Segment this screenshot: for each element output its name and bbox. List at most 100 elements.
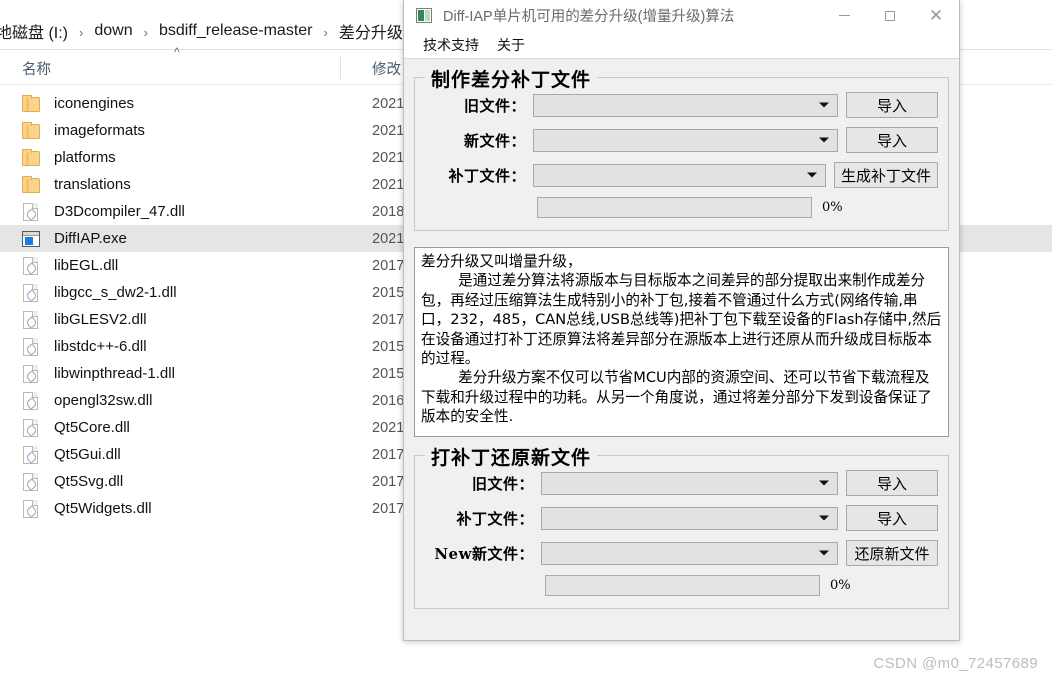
file-name: libgcc_s_dw2-1.dll [54, 284, 177, 301]
chevron-down-icon [819, 102, 829, 108]
exe-file-icon-glyph [22, 230, 40, 247]
chevron-down-icon [819, 515, 829, 521]
dll-file-icon [22, 283, 44, 303]
window-controls: ✕ [821, 0, 959, 31]
folder-icon [22, 148, 44, 168]
make-patch-label-2: 补丁文件： [448, 166, 526, 185]
file-name: libGLESV2.dll [54, 311, 147, 328]
folder-icon-glyph [22, 148, 40, 166]
dll-file-icon-glyph [23, 391, 38, 410]
file-name: Qt5Gui.dll [54, 446, 121, 463]
dialog-body: 制作差分补丁文件 旧文件： 导入 新文件： 导入 补丁文件： 生成补丁文件 0% 差分升级… [404, 65, 959, 609]
file-name: Qt5Widgets.dll [54, 500, 152, 517]
csdn-watermark: CSDN @m0_72457689 [873, 655, 1038, 672]
dll-file-icon [22, 499, 44, 519]
make-patch-progress-label: 0% [822, 200, 843, 215]
file-name: Qt5Core.dll [54, 419, 130, 436]
make-patch-group-title: 制作差分补丁文件 [425, 65, 598, 92]
description-textbox[interactable]: 差分升级又叫增量升级， 是通过差分算法将源版本与目标版本之间差异的部分提取出来制… [414, 247, 949, 437]
make-patch-label-0: 旧文件： [463, 96, 526, 115]
file-name: D3Dcompiler_47.dll [54, 203, 185, 220]
dll-file-icon [22, 445, 44, 465]
diff-iap-dialog: Diff-IAP单片机可用的差分升级(增量升级)算法 ✕ 技术支持 关于 制作差分… [403, 0, 960, 641]
app-image-icon [416, 7, 432, 23]
file-name: imageformats [54, 122, 145, 139]
apply-patch-row-0: 旧文件： 导入 [425, 470, 938, 496]
dll-file-icon-glyph [23, 256, 38, 275]
dll-file-icon-glyph [23, 418, 38, 437]
dll-file-icon-glyph [23, 337, 38, 356]
exe-file-icon [22, 229, 44, 249]
sort-ascending-icon: ^ [174, 45, 180, 59]
breadcrumb-item[interactable]: down [92, 22, 134, 40]
apply-patch-combo-2[interactable] [541, 541, 838, 565]
apply-patch-group: 打补丁还原新文件 旧文件： 导入 补丁文件： 导入 New新文件： 还原新文件 0% [414, 443, 949, 609]
make-patch-combo-0[interactable] [533, 93, 838, 117]
column-header-name-label: 名称 [22, 61, 51, 78]
close-button[interactable]: ✕ [913, 0, 959, 31]
apply-patch-group-title: 打补丁还原新文件 [425, 443, 598, 470]
apply-patch-combo-0[interactable] [541, 471, 838, 495]
make-patch-button-2[interactable]: 生成补丁文件 [833, 162, 938, 188]
apply-patch-label-2: New新文件： [434, 544, 534, 563]
file-name: Qt5Svg.dll [54, 473, 124, 490]
breadcrumb-item[interactable]: 差分升级 [337, 19, 405, 43]
menu-item-1[interactable]: 关于 [488, 33, 534, 57]
dll-file-icon [22, 418, 44, 438]
dll-file-icon [22, 364, 44, 384]
make-patch-label-1: 新文件： [463, 131, 526, 150]
make-patch-row-2: 补丁文件： 生成补丁文件 [425, 162, 938, 188]
file-name: platforms [54, 149, 116, 166]
make-patch-row-1: 新文件： 导入 [425, 127, 938, 153]
make-patch-button-0[interactable]: 导入 [846, 92, 938, 118]
column-divider [340, 57, 341, 79]
chevron-down-icon [819, 480, 829, 486]
chevron-down-icon [819, 550, 829, 556]
dll-file-icon [22, 472, 44, 492]
make-patch-group: 制作差分补丁文件 旧文件： 导入 新文件： 导入 补丁文件： 生成补丁文件 0% [414, 65, 949, 231]
dll-file-icon-glyph [23, 499, 38, 518]
apply-patch-label-0: 旧文件： [471, 474, 534, 493]
apply-patch-button-2[interactable]: 还原新文件 [846, 540, 938, 566]
apply-patch-button-0[interactable]: 导入 [846, 470, 938, 496]
apply-patch-progressbar [545, 575, 820, 596]
make-patch-progress-row: 0% [425, 197, 938, 218]
description-text: 差分升级又叫增量升级， 是通过差分算法将源版本与目标版本之间差异的部分提取出来制… [421, 253, 942, 426]
file-name: DiffIAP.exe [54, 230, 127, 247]
dialog-menubar[interactable]: 技术支持 关于 [404, 31, 959, 59]
apply-patch-label-1: 补丁文件： [456, 509, 534, 528]
dll-file-icon-glyph [23, 364, 38, 383]
dll-file-icon-glyph [23, 202, 38, 221]
file-name: libEGL.dll [54, 257, 119, 274]
menu-item-0[interactable]: 技术支持 [414, 33, 488, 57]
breadcrumb-item[interactable]: 本地磁盘 (I:) [0, 19, 70, 43]
breadcrumb-item[interactable]: bsdiff_release-master [157, 22, 315, 40]
folder-icon [22, 121, 44, 141]
make-patch-combo-2[interactable] [533, 163, 826, 187]
dll-file-icon [22, 337, 44, 357]
file-name: opengl32sw.dll [54, 392, 153, 409]
chevron-down-icon [819, 137, 829, 143]
folder-icon-glyph [22, 121, 40, 139]
dialog-titlebar[interactable]: Diff-IAP单片机可用的差分升级(增量升级)算法 ✕ [404, 0, 959, 31]
apply-patch-combo-1[interactable] [541, 506, 838, 530]
column-header-name[interactable]: 名称 [22, 52, 51, 84]
folder-icon [22, 175, 44, 195]
make-patch-rows: 旧文件： 导入 新文件： 导入 补丁文件： 生成补丁文件 [425, 92, 938, 188]
apply-patch-row-1: 补丁文件： 导入 [425, 505, 938, 531]
dll-file-icon [22, 391, 44, 411]
make-patch-button-1[interactable]: 导入 [846, 127, 938, 153]
maximize-button[interactable] [867, 0, 913, 31]
breadcrumb[interactable]: 本地磁盘 (I:) › down › bsdiff_release-master › 差分升… [0, 16, 405, 46]
minimize-button[interactable] [821, 0, 867, 31]
dll-file-icon [22, 256, 44, 276]
apply-patch-button-1[interactable]: 导入 [846, 505, 938, 531]
make-patch-combo-1[interactable] [533, 128, 838, 152]
folder-icon-glyph [22, 94, 40, 112]
dll-file-icon-glyph [23, 310, 38, 329]
dll-file-icon [22, 202, 44, 222]
breadcrumb-separator: › [79, 24, 84, 40]
apply-patch-rows: 旧文件： 导入 补丁文件： 导入 New新文件： 还原新文件 [425, 470, 938, 566]
file-name: libstdc++-6.dll [54, 338, 147, 355]
file-name: translations [54, 176, 131, 193]
